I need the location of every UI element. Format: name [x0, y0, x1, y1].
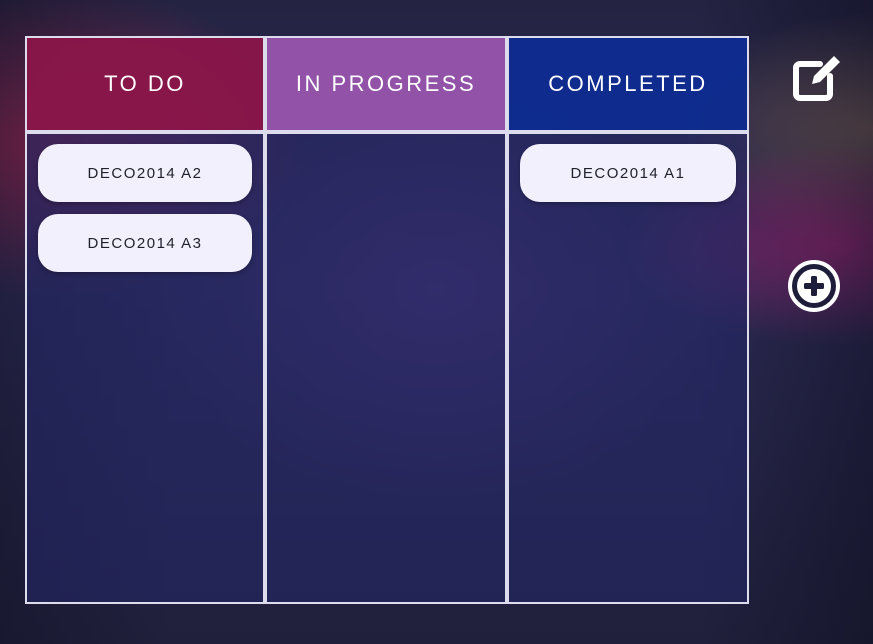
card-list-in-progress[interactable] [267, 134, 505, 154]
add-task-button[interactable] [786, 258, 842, 314]
column-completed: COMPLETED DECO2014 A1 [509, 38, 747, 602]
edit-square-icon [793, 56, 840, 101]
card-list-completed: DECO2014 A1 [509, 134, 747, 224]
task-card[interactable]: DECO2014 A1 [520, 144, 736, 202]
task-card[interactable]: DECO2014 A3 [38, 214, 252, 272]
edit-button[interactable] [790, 50, 844, 104]
column-header-in-progress: IN PROGRESS [267, 38, 505, 134]
plus-circle-icon [788, 260, 840, 312]
kanban-board: TO DO DECO2014 A2 DECO2014 A3 IN PROGRES… [25, 36, 749, 604]
column-header-completed: COMPLETED [509, 38, 747, 134]
task-card[interactable]: DECO2014 A2 [38, 144, 252, 202]
column-in-progress: IN PROGRESS [267, 38, 509, 602]
column-header-todo: TO DO [27, 38, 263, 134]
column-todo: TO DO DECO2014 A2 DECO2014 A3 [27, 38, 267, 602]
card-list-todo: DECO2014 A2 DECO2014 A3 [27, 134, 263, 294]
